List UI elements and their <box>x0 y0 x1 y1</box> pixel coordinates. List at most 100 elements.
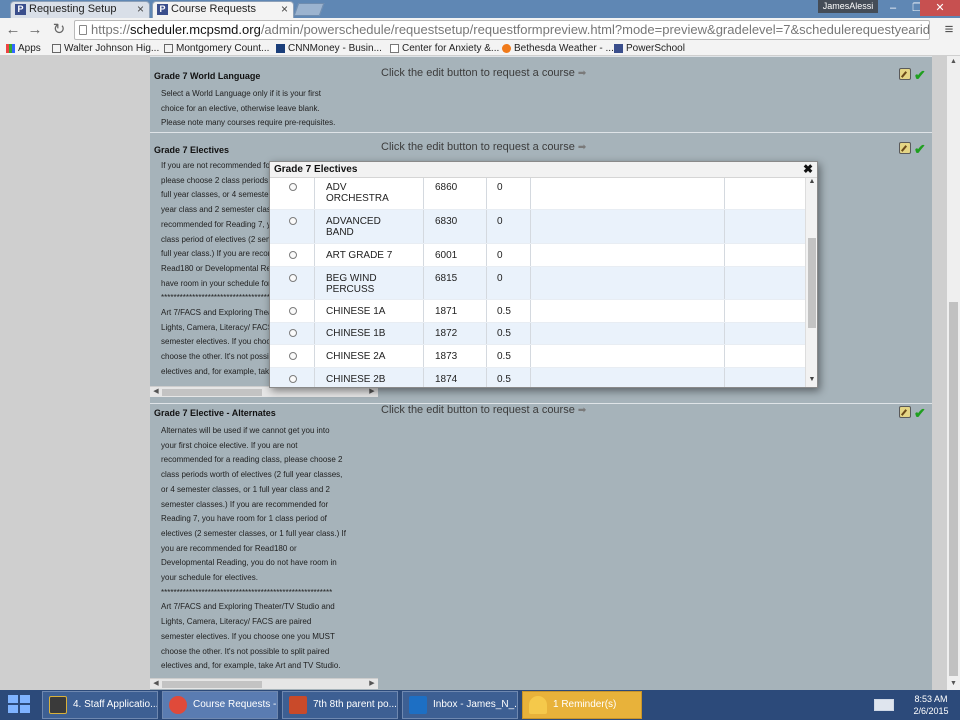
course-number: 1872 <box>435 328 458 339</box>
course-row[interactable]: ADVANCED BAND 6830 0 <box>270 210 805 244</box>
section-elective-alternates: Grade 7 Elective - Alternates Click the … <box>150 403 932 690</box>
chrome-menu-icon[interactable]: ≡ <box>941 21 957 39</box>
close-window-icon[interactable]: ✕ <box>920 0 960 16</box>
close-icon[interactable]: ✖ <box>803 162 813 177</box>
section-title: Grade 7 Elective - Alternates <box>154 408 276 418</box>
course-radio[interactable] <box>289 274 297 282</box>
section-title: Grade 7 Electives <box>154 145 230 155</box>
bookmarks-bar: Apps Walter Johnson Hig... Montgomery Co… <box>0 42 960 56</box>
course-radio[interactable] <box>289 375 297 383</box>
course-number: 6860 <box>435 182 458 193</box>
course-name: CHINESE 1B <box>326 328 386 339</box>
edit-hint: Click the edit button to request a cours… <box>381 67 587 79</box>
page-icon <box>164 44 173 53</box>
course-number: 1873 <box>435 351 458 362</box>
back-icon[interactable]: ← <box>4 21 22 39</box>
url-scheme: https:// <box>91 22 131 37</box>
horizontal-scrollbar[interactable]: ◀ ▶ <box>150 678 378 689</box>
bookmark-apps[interactable]: Apps <box>6 42 41 55</box>
course-select-dialog: Grade 7 Electives ✖ ADV ORCHESTRA 6860 0 … <box>269 161 818 388</box>
document-icon <box>390 44 399 53</box>
course-credit: 0.5 <box>497 328 511 339</box>
course-list: ADV ORCHESTRA 6860 0 ADVANCED BAND 6830 0 … <box>270 178 817 387</box>
browser-toolbar: ← → ↻ https://scheduler.mcpsmd.org/admin… <box>0 18 960 42</box>
course-row[interactable]: CHINESE 2A 1873 0.5 <box>270 345 805 368</box>
bookmark-center-for-anxiety[interactable]: Center for Anxiety &... <box>390 42 499 55</box>
user-profile-badge[interactable]: JamesAlessi <box>818 0 878 13</box>
course-number: 6830 <box>435 216 458 227</box>
system-clock[interactable]: 8:53 AM 2/6/2015 <box>906 693 956 717</box>
tab-label: Requesting Setup <box>29 3 117 15</box>
course-radio[interactable] <box>289 251 297 259</box>
course-row[interactable]: CHINESE 1B 1872 0.5 <box>270 323 805 345</box>
bookmark-bethesda-weather[interactable]: Bethesda Weather - ... <box>502 42 614 55</box>
edit-icon[interactable] <box>899 406 911 418</box>
browser-tab-strip: P Requesting Setup × P Course Requests ×… <box>0 0 960 18</box>
course-radio[interactable] <box>289 307 297 315</box>
course-radio[interactable] <box>289 352 297 360</box>
course-credit: 0.5 <box>497 374 511 385</box>
apps-grid-icon <box>6 44 15 53</box>
close-tab-icon[interactable]: × <box>281 2 288 17</box>
course-credit: 0 <box>497 182 503 193</box>
check-icon: ✔ <box>914 141 926 157</box>
course-row[interactable]: CHINESE 2B 1874 0.5 <box>270 368 805 387</box>
course-radio[interactable] <box>289 183 297 191</box>
course-name: CHINESE 2A <box>326 351 386 362</box>
chrome-icon <box>169 696 187 714</box>
close-tab-icon[interactable]: × <box>137 2 144 17</box>
bookmark-powerschool[interactable]: PowerSchool <box>614 42 685 55</box>
keyboard-icon[interactable] <box>874 699 894 711</box>
new-tab-button[interactable] <box>293 3 325 16</box>
taskbar-item-staff-application[interactable]: 4. Staff Applicatio... <box>42 691 158 719</box>
taskbar-item-outlook[interactable]: Inbox - James_N_... <box>402 691 518 719</box>
scroll-left-icon: ◀ <box>153 388 159 395</box>
scrollbar-thumb[interactable] <box>949 302 958 676</box>
page-vertical-scrollbar[interactable]: ▲ ▼ <box>947 56 960 690</box>
scroll-up-icon: ▲ <box>950 58 957 65</box>
course-credit: 0.5 <box>497 351 511 362</box>
windows-start-icon[interactable] <box>8 695 32 715</box>
taskbar-item-powerpoint[interactable]: 7th 8th parent po... <box>282 691 398 719</box>
tab-course-requests[interactable]: P Course Requests × <box>152 1 294 18</box>
address-bar[interactable]: https://scheduler.mcpsmd.org/admin/power… <box>74 20 930 40</box>
arrow-right-icon: ➡ <box>577 405 587 416</box>
course-name: CHINESE 1A <box>326 306 386 317</box>
course-credit: 0 <box>497 250 503 261</box>
course-name: ART GRADE 7 <box>326 250 393 261</box>
outlook-icon <box>409 696 427 714</box>
edit-icon[interactable] <box>899 68 911 80</box>
scrollbar-thumb[interactable] <box>808 238 816 328</box>
tab-requesting-setup[interactable]: P Requesting Setup × <box>10 1 150 18</box>
powerschool-icon <box>614 44 623 53</box>
bookmark-montgomery[interactable]: Montgomery Count... <box>164 42 269 55</box>
taskbar-item-reminder[interactable]: 1 Reminder(s) <box>522 691 642 719</box>
course-row[interactable]: BEG WIND PERCUSS 6815 0 <box>270 267 805 300</box>
scroll-down-icon: ▼ <box>950 680 957 687</box>
bookmark-cnnmoney[interactable]: CNNMoney - Busin... <box>276 42 382 55</box>
scroll-left-icon: ◀ <box>153 680 159 687</box>
page-icon <box>52 44 61 53</box>
bell-icon <box>529 696 547 714</box>
minimize-icon[interactable]: – <box>880 0 906 16</box>
course-radio[interactable] <box>289 329 297 337</box>
forward-icon[interactable]: → <box>26 21 44 39</box>
course-radio[interactable] <box>289 217 297 225</box>
course-row[interactable]: ART GRADE 7 6001 0 <box>270 244 805 267</box>
bookmark-walter-johnson[interactable]: Walter Johnson Hig... <box>52 42 159 55</box>
course-credit: 0 <box>497 273 503 284</box>
course-credit: 0.5 <box>497 306 511 317</box>
course-row[interactable]: ADV ORCHESTRA 6860 0 <box>270 178 805 210</box>
course-row[interactable]: CHINESE 1A 1871 0.5 <box>270 300 805 323</box>
edit-hint: Click the edit button to request a cours… <box>381 141 587 153</box>
dialog-scrollbar[interactable]: ▲ ▼ <box>805 178 817 387</box>
reload-icon[interactable]: ↻ <box>50 21 68 39</box>
powerschool-icon: P <box>15 4 26 15</box>
presentation-icon <box>49 696 67 714</box>
course-name: CHINESE 2B <box>326 374 386 385</box>
taskbar-item-course-requests[interactable]: Course Requests - ... <box>162 691 278 719</box>
scroll-down-icon: ▼ <box>808 376 816 383</box>
scroll-up-icon: ▲ <box>808 178 816 185</box>
edit-icon[interactable] <box>899 142 911 154</box>
powerschool-icon: P <box>157 4 168 15</box>
